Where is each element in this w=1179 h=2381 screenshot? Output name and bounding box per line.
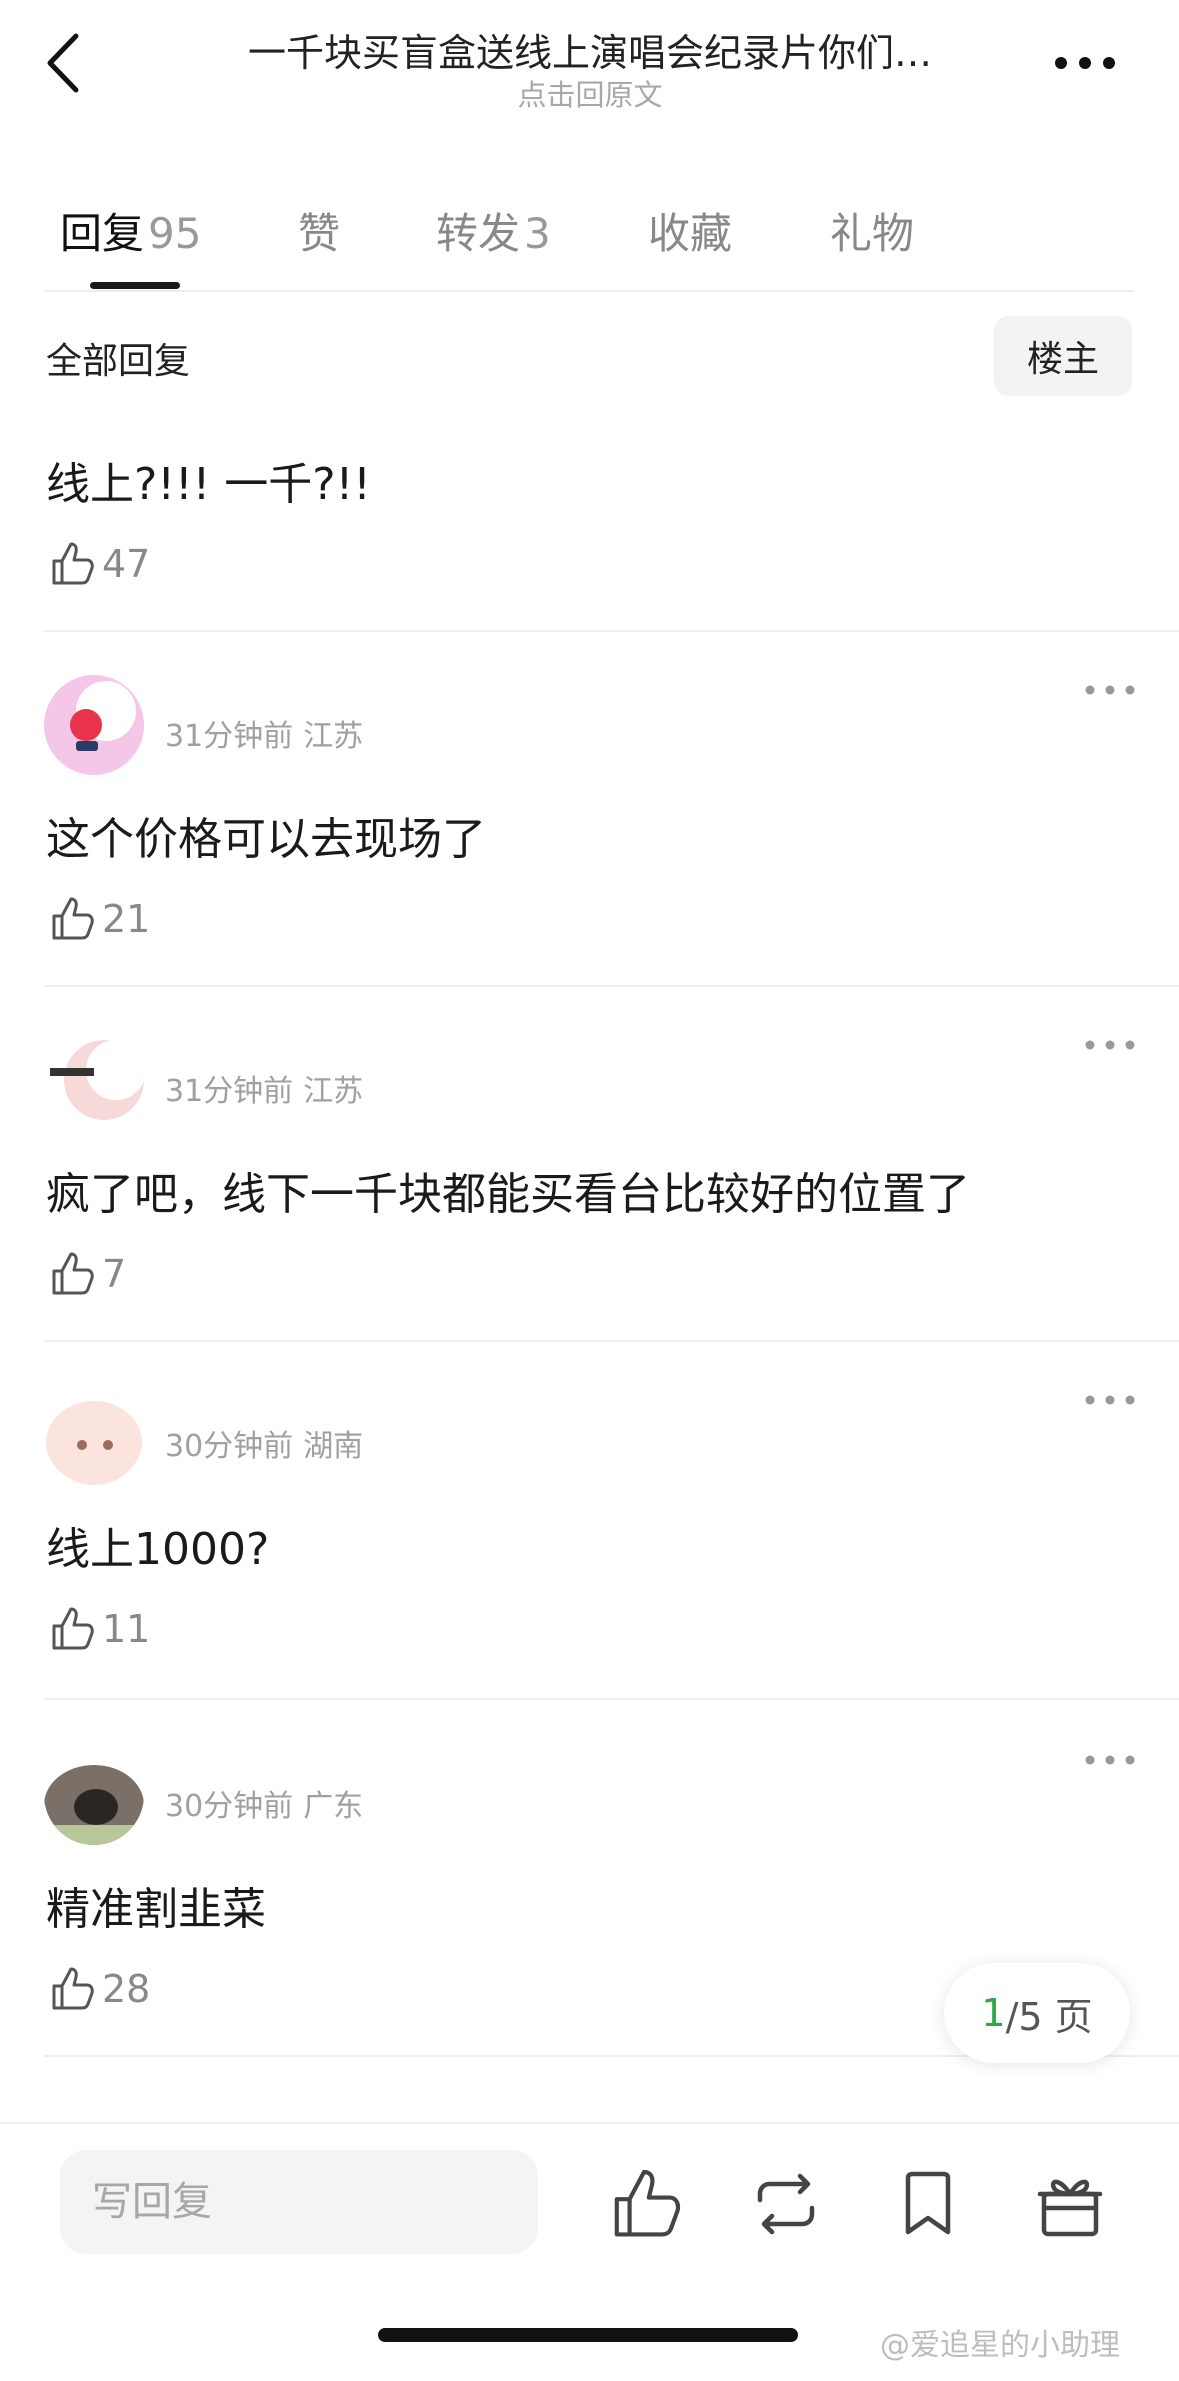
- reply-text: 这个价格可以去现场了: [46, 814, 486, 865]
- like-count: 21: [102, 897, 151, 941]
- thumbs-up-icon: [52, 1252, 94, 1295]
- tab-label: 转发: [436, 209, 521, 258]
- back-button[interactable]: [40, 28, 90, 98]
- reply-more-button[interactable]: [1080, 1385, 1140, 1415]
- home-indicator: [378, 2328, 798, 2342]
- tab-label: 回复: [60, 209, 145, 258]
- active-tab-indicator: [90, 282, 180, 289]
- more-horizontal-icon: [1085, 685, 1135, 695]
- like-count: 11: [102, 1607, 151, 1651]
- avatar[interactable]: [44, 1385, 144, 1485]
- reply-text: 精准割韭菜: [46, 1884, 266, 1935]
- like-count: 7: [102, 1252, 127, 1296]
- all-replies-title: 全部回复: [46, 341, 191, 382]
- current-page: 1: [981, 1991, 1006, 2035]
- tab-reposts[interactable]: 转发3: [436, 200, 551, 261]
- more-horizontal-icon: [1085, 1395, 1135, 1405]
- tab-count: 3: [524, 209, 551, 258]
- more-horizontal-icon: [1085, 1755, 1135, 1765]
- like-button[interactable]: 11: [46, 1601, 150, 1657]
- avatar[interactable]: [44, 675, 144, 775]
- reply-meta: 31分钟前 江苏: [165, 1066, 363, 1110]
- reply-more-button[interactable]: [1080, 1745, 1140, 1775]
- tab-likes[interactable]: 赞: [298, 200, 340, 261]
- top-bar: 一千块买盲盒送线上演唱会纪录片你们… 点击回原文: [0, 0, 1179, 130]
- thumbs-up-icon: [52, 542, 94, 585]
- reply-location: 湖南: [303, 1429, 364, 1464]
- reply-meta: 31分钟前 江苏: [165, 711, 363, 755]
- reply-more-button[interactable]: [1080, 1030, 1140, 1060]
- divider: [44, 1340, 1179, 1342]
- reply-text: 线上1000?: [46, 1524, 270, 1575]
- divider: [44, 630, 1179, 632]
- like-post-button[interactable]: [604, 2164, 684, 2244]
- reply-text: 线上?!!! 一千?!!: [46, 459, 371, 510]
- reply-text: 疯了吧，线下一千块都能买看台比较好的位置了: [46, 1169, 970, 1220]
- watermark: @爱追星的小助理: [880, 2328, 1120, 2363]
- tab-gifts[interactable]: 礼物: [830, 200, 914, 261]
- gift-button[interactable]: [1030, 2164, 1110, 2244]
- like-button[interactable]: 28: [46, 1961, 150, 2017]
- op-filter-button[interactable]: 楼主: [994, 316, 1132, 396]
- favorite-button[interactable]: [888, 2164, 968, 2244]
- thumbs-up-icon: [614, 2169, 681, 2237]
- avatar[interactable]: [44, 1745, 144, 1845]
- more-options-button[interactable]: [1050, 38, 1120, 88]
- reply-meta: 30分钟前 湖南: [165, 1421, 363, 1465]
- avatar[interactable]: [44, 1030, 144, 1130]
- thumbs-up-icon: [52, 1607, 94, 1650]
- reply-location: 江苏: [303, 1074, 364, 1109]
- more-horizontal-icon: [1085, 1040, 1135, 1050]
- total-pages: /5 页: [1005, 1994, 1093, 2039]
- thumbs-up-icon: [52, 1967, 94, 2010]
- like-count: 47: [102, 542, 151, 586]
- reply-time: 30分钟前: [165, 1789, 294, 1824]
- repost-button[interactable]: [746, 2164, 826, 2244]
- tab-replies[interactable]: 回复95: [60, 200, 201, 261]
- tab-label: 收藏: [648, 209, 733, 258]
- repost-icon: [757, 2173, 815, 2235]
- tab-count: 95: [148, 209, 202, 258]
- reply-time: 30分钟前: [165, 1429, 294, 1464]
- reply-meta: 30分钟前 广东: [165, 1781, 363, 1825]
- tab-label: 礼物: [830, 209, 915, 258]
- divider: [44, 1698, 1179, 1700]
- like-button[interactable]: 47: [46, 536, 150, 592]
- page-indicator[interactable]: 1/5 页: [944, 1963, 1130, 2063]
- view-original-link[interactable]: 点击回原文: [180, 72, 1000, 114]
- reply-input[interactable]: [60, 2150, 538, 2254]
- like-button[interactable]: 21: [46, 891, 150, 947]
- page-title: 一千块买盲盒送线上演唱会纪录片你们…: [247, 31, 932, 75]
- reply-location: 江苏: [303, 719, 364, 754]
- gift-icon: [1037, 2179, 1103, 2237]
- tab-favorites[interactable]: 收藏: [648, 200, 732, 261]
- reply-location: 广东: [303, 1789, 364, 1824]
- tab-label: 赞: [298, 209, 341, 258]
- reply-more-button[interactable]: [1080, 675, 1140, 705]
- like-count: 28: [102, 1967, 151, 2011]
- chevron-left-icon: [47, 33, 79, 93]
- like-button[interactable]: 7: [46, 1246, 126, 1302]
- reply-time: 31分钟前: [165, 1074, 294, 1109]
- divider: [44, 985, 1179, 987]
- tab-bar: 回复95 赞 转发3 收藏 礼物: [0, 190, 1179, 290]
- bookmark-icon: [905, 2171, 951, 2235]
- thumbs-up-icon: [52, 897, 94, 940]
- reply-time: 31分钟前: [165, 719, 294, 754]
- divider: [44, 290, 1134, 292]
- more-horizontal-icon: [1055, 57, 1115, 69]
